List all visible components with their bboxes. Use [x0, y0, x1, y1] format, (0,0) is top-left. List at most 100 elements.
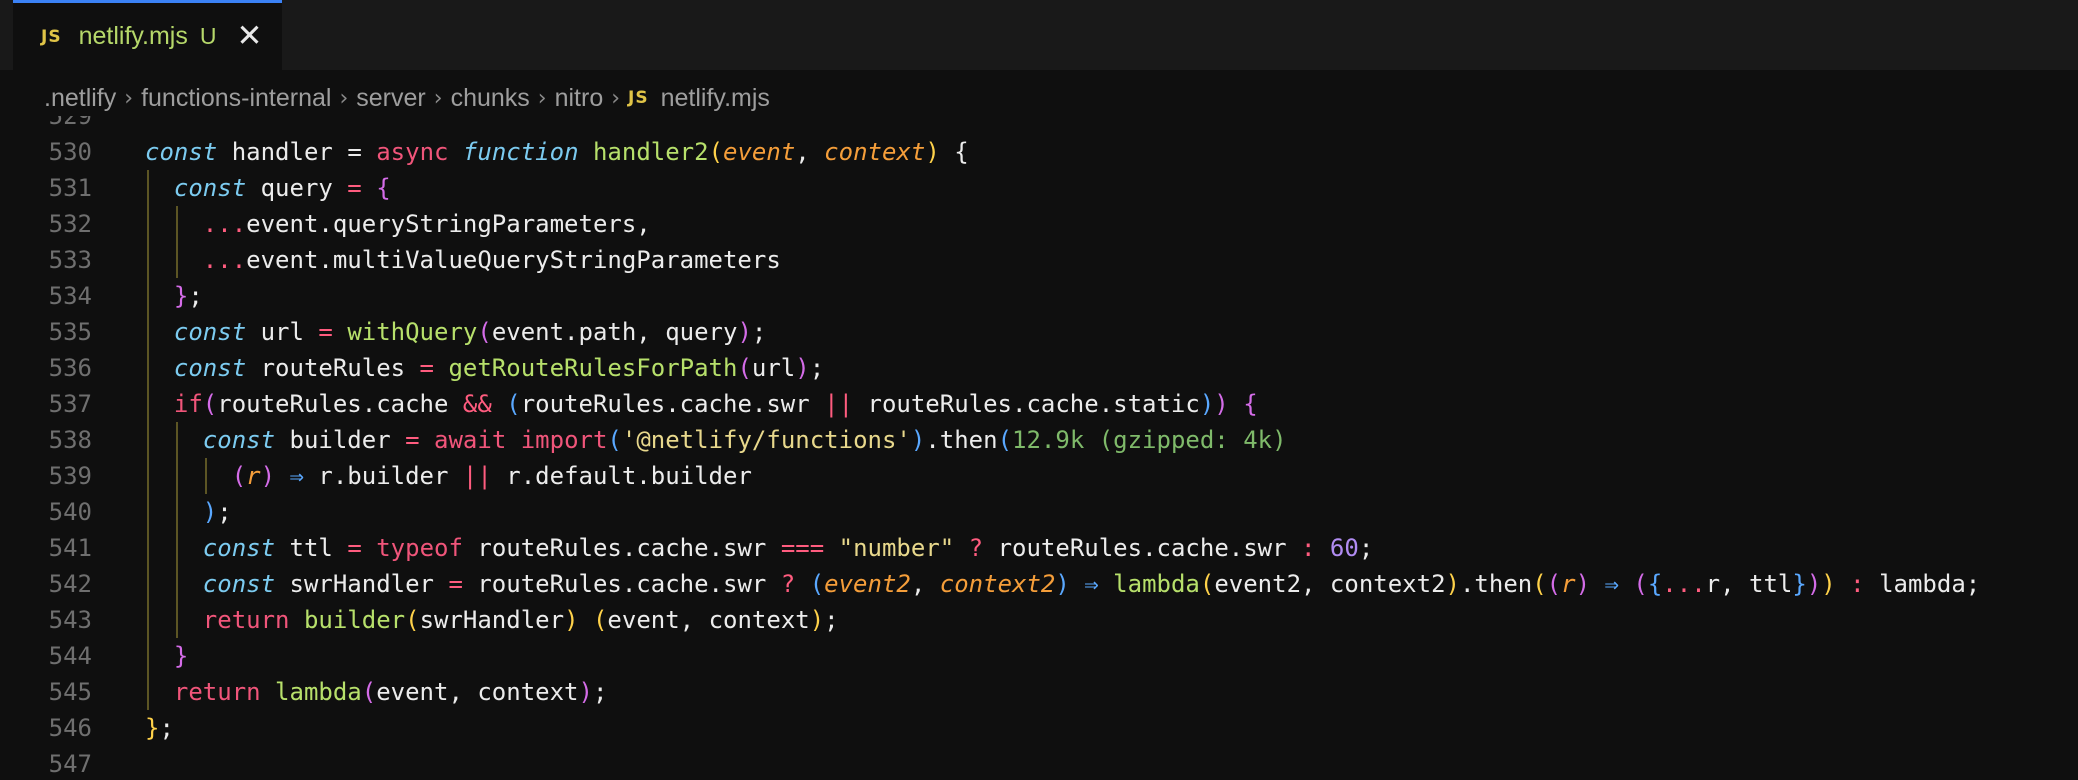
code-token: event.path, query	[491, 318, 738, 346]
breadcrumb-item-nitro[interactable]: nitro	[555, 84, 604, 113]
code-line: 543 return builder(swrHandler) (event, co…	[0, 602, 839, 638]
code-token: if	[173, 390, 203, 418]
tab-netlify-mjs[interactable]: JS netlify.mjs U ✕	[13, 0, 282, 70]
code-token: )	[578, 678, 593, 706]
code-token: (	[361, 678, 377, 706]
code-token: r.builder	[318, 462, 449, 490]
line-number: 537	[48, 390, 92, 418]
code-token: lambda;	[1879, 570, 1981, 598]
code-token: getRouteRulesForPath	[448, 354, 738, 382]
code-token: event, context	[607, 606, 810, 634]
code-token: )	[1806, 570, 1822, 598]
code-text: if(routeRules.cache && (routeRules.cache…	[174, 390, 1258, 418]
code-token: const	[173, 318, 247, 346]
code-text: const url = withQuery(event.path, query)…	[174, 318, 766, 346]
code-token: context	[824, 138, 926, 166]
code-token: )	[260, 462, 276, 490]
code-token: )	[1214, 390, 1229, 418]
code-token: const	[202, 426, 276, 454]
code-token: ===	[780, 534, 825, 562]
code-token: const	[145, 138, 218, 166]
code-token: :	[1301, 534, 1316, 562]
code-line: 542 const swrHandler = routeRules.cache.s…	[0, 566, 1981, 602]
code-token: ttl	[289, 534, 333, 562]
chevron-right-icon: ›	[537, 85, 547, 111]
code-text: }	[174, 642, 188, 670]
line-number: 544	[48, 642, 92, 670]
code-token: .then	[925, 426, 998, 454]
code-token: routeRules.cache.swr	[520, 390, 810, 418]
line-number: 541	[48, 534, 92, 562]
code-token: ...	[1662, 570, 1706, 598]
close-icon[interactable]: ✕	[236, 21, 262, 52]
editor-tab-bar: JS netlify.mjs U ✕	[0, 0, 2078, 70]
code-text: return lambda(event, context);	[174, 678, 608, 706]
code-token: ;	[188, 282, 203, 310]
breadcrumb-item-file[interactable]: netlify.mjs	[661, 84, 770, 113]
code-line: 536 const routeRules = getRouteRulesForPa…	[0, 350, 825, 386]
code-editor[interactable]: 529 530 const handler = async function han…	[0, 116, 2078, 780]
code-token: ;	[824, 606, 839, 634]
code-text: const handler = async function handler2(…	[145, 138, 969, 166]
code-token: (	[231, 462, 247, 490]
code-line: 534};	[0, 278, 203, 314]
code-token: ⇒	[289, 462, 304, 490]
code-token: ...	[202, 210, 247, 238]
code-token: lambda	[1113, 570, 1200, 598]
code-token: (	[506, 390, 521, 418]
code-token: "number"	[838, 534, 955, 562]
code-token: }	[173, 642, 189, 670]
breadcrumb-item-chunks[interactable]: chunks	[451, 84, 530, 113]
code-token: (	[809, 570, 825, 598]
code-text: ...event.multiValueQueryStringParameters	[203, 246, 781, 274]
code-token: event, context	[376, 678, 579, 706]
code-token: (	[1633, 570, 1648, 598]
line-number: 542	[48, 570, 92, 598]
code-token: }	[1792, 570, 1807, 598]
code-token: )	[1199, 390, 1215, 418]
code-line: 544}	[0, 638, 189, 674]
code-token: ;	[592, 678, 608, 706]
line-number: 545	[48, 678, 92, 706]
code-token: await	[434, 426, 507, 454]
code-token: (	[997, 426, 1013, 454]
code-token: :	[1850, 570, 1865, 598]
code-line: 530 const handler = async function handle…	[0, 134, 969, 170]
code-text: const query = {	[174, 174, 391, 202]
line-number: 529	[48, 116, 92, 130]
code-token: r	[246, 462, 261, 490]
code-token: async	[376, 138, 449, 166]
code-text: const swrHandler = routeRules.cache.swr …	[203, 570, 1980, 598]
breadcrumb-item-functions-internal[interactable]: functions-internal	[141, 84, 331, 113]
code-token: =	[347, 138, 362, 166]
code-token: routeRules.cache.static	[867, 390, 1200, 418]
code-line: 538 const builder = await import('@netlif…	[0, 422, 1287, 458]
code-text: };	[174, 282, 203, 310]
code-token: lambda	[275, 678, 362, 706]
breadcrumb-item-netlify[interactable]: .netlify	[44, 84, 116, 113]
code-token: ||	[824, 390, 854, 418]
line-number: 546	[48, 714, 92, 742]
code-token: return	[202, 606, 290, 634]
code-token: ;	[809, 354, 825, 382]
code-token: routeRules.cache.swr	[477, 534, 767, 562]
code-token: )	[1055, 570, 1070, 598]
code-token: .then	[1459, 570, 1533, 598]
code-token: {	[376, 174, 391, 202]
code-token: (	[607, 426, 622, 454]
line-number: 531	[48, 174, 92, 202]
line-number: 540	[48, 498, 92, 526]
code-line: 546};	[0, 710, 174, 746]
code-token: routeRules	[260, 354, 406, 382]
code-token: ;	[217, 498, 232, 526]
code-token: r	[1561, 570, 1576, 598]
breadcrumb-item-server[interactable]: server	[356, 84, 425, 113]
chevron-right-icon: ›	[611, 85, 621, 111]
code-token: event.queryStringParameters,	[246, 210, 651, 238]
code-token: 12.9k (gzipped: 4k)	[1012, 426, 1287, 454]
code-token: typeof	[376, 534, 463, 562]
code-token: )	[795, 354, 810, 382]
code-token: }	[145, 714, 160, 742]
code-text: );	[203, 498, 232, 526]
code-token: ⇒	[1084, 570, 1099, 598]
